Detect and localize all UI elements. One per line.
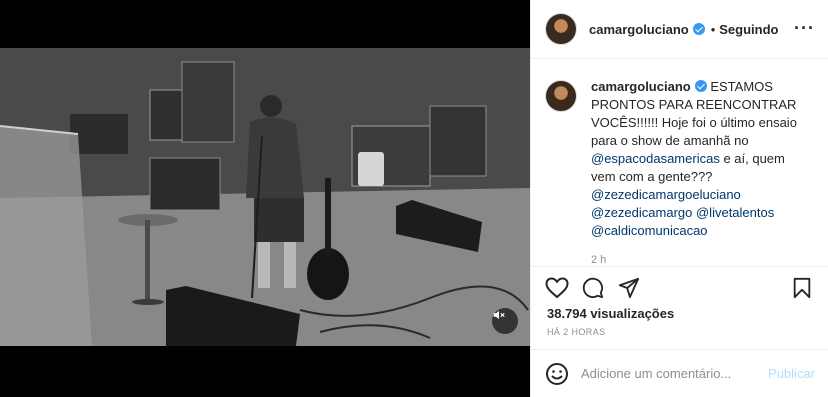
add-comment-bar: Publicar xyxy=(531,349,828,397)
mute-button[interactable] xyxy=(492,308,518,334)
author-username[interactable]: camargoluciano xyxy=(589,22,689,37)
media-area xyxy=(0,0,530,397)
caption-mention-link[interactable]: @espacodasamericas xyxy=(591,151,720,166)
mention-link[interactable]: @zezedicamargo xyxy=(591,205,692,220)
video-still xyxy=(0,48,530,346)
mention-link[interactable]: @zezedicamargoeluciano xyxy=(591,186,813,204)
mention-line: @zezedicamargo @livetalentos xyxy=(591,204,813,222)
post-video[interactable] xyxy=(0,48,530,346)
post-details-panel: camargoluciano • Seguindo ··· camargoluc… xyxy=(530,0,828,397)
caption-author-avatar[interactable] xyxy=(545,80,577,112)
separator-dot: • xyxy=(710,21,716,37)
more-icon[interactable]: ··· xyxy=(794,18,815,39)
mention-link[interactable]: @livetalentos xyxy=(696,205,774,220)
emoji-icon[interactable] xyxy=(545,362,569,386)
author-avatar[interactable] xyxy=(545,13,577,45)
post-timestamp[interactable]: HÁ 2 HORAS xyxy=(547,327,606,337)
comment-icon[interactable] xyxy=(581,277,605,299)
heart-icon[interactable] xyxy=(545,277,569,299)
caption-timestamp[interactable]: 2 h xyxy=(591,251,813,266)
comments-section: camargoluciano ESTAMOS PRONTOS PARA REEN… xyxy=(531,60,828,266)
publish-button[interactable]: Publicar xyxy=(768,366,815,381)
mute-icon xyxy=(493,310,505,320)
following-button[interactable]: Seguindo xyxy=(719,22,778,37)
bookmark-icon[interactable] xyxy=(791,277,813,299)
post-viewer: camargoluciano • Seguindo ··· camargoluc… xyxy=(0,0,828,397)
comment-input[interactable] xyxy=(581,366,761,381)
view-count[interactable]: 38.794 visualizações xyxy=(547,306,674,321)
caption-username[interactable]: camargoluciano xyxy=(591,79,691,94)
post-caption: camargoluciano ESTAMOS PRONTOS PARA REEN… xyxy=(545,78,813,266)
verified-icon xyxy=(694,80,707,92)
caption-body: camargoluciano ESTAMOS PRONTOS PARA REEN… xyxy=(591,78,813,266)
post-header: camargoluciano • Seguindo ··· xyxy=(531,0,828,59)
action-bar xyxy=(531,266,828,306)
mention-link[interactable]: @caldicomunicacao xyxy=(591,222,813,240)
verified-icon xyxy=(692,23,705,35)
share-icon[interactable] xyxy=(617,277,641,299)
